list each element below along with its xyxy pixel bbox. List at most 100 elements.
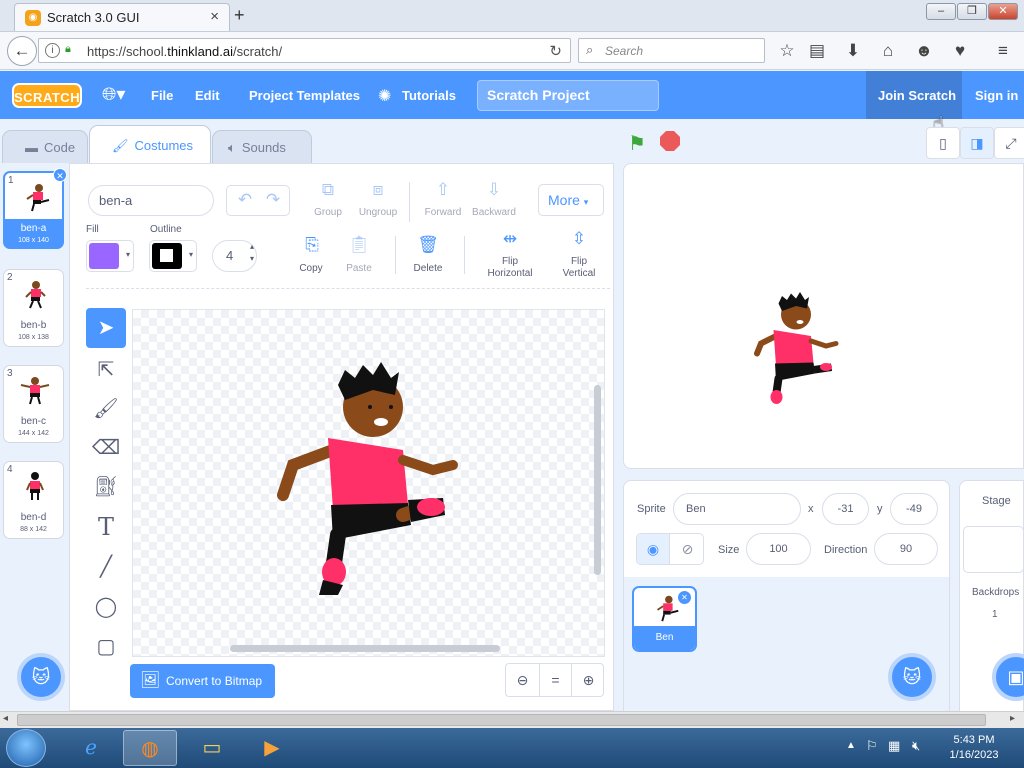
- select-arrow-icon[interactable]: ➤: [86, 308, 126, 348]
- file-menu[interactable]: File: [151, 88, 173, 103]
- delete-costume-icon[interactable]: ✕: [53, 168, 67, 182]
- small-stage-icon[interactable]: ▯: [926, 127, 960, 159]
- text-tool-icon[interactable]: T: [86, 507, 126, 547]
- close-tab-icon[interactable]: ×: [210, 8, 219, 25]
- flip-vertical-button[interactable]: Flip Vertical: [549, 256, 609, 280]
- scrollbar-thumb[interactable]: [17, 714, 986, 726]
- backdrop-thumbnail[interactable]: [963, 526, 1024, 573]
- close-window-button[interactable]: ✕: [988, 3, 1018, 20]
- delete-sprite-icon[interactable]: ✕: [678, 591, 691, 604]
- hide-eye-icon[interactable]: ⊘: [671, 534, 704, 564]
- fullscreen-icon[interactable]: ⤢: [994, 127, 1024, 159]
- costume-tile-2[interactable]: 2 ben-b 108 x 138: [3, 269, 64, 347]
- project-title-input[interactable]: Scratch Project: [477, 80, 659, 111]
- reload-icon[interactable]: ↻: [549, 42, 562, 60]
- bookmark-star-icon[interactable]: ☆: [776, 40, 798, 62]
- canvas-horizontal-scrollbar[interactable]: [230, 645, 500, 652]
- flip-horizontal-icon[interactable]: ⇹: [495, 229, 525, 249]
- costume-tile-1[interactable]: 1 ben-a 108 x 140 ✕: [3, 168, 67, 249]
- brush-tool-icon[interactable]: 🖌︎: [86, 389, 126, 429]
- page-horizontal-scrollbar[interactable]: ◂ ▸: [0, 711, 1024, 728]
- language-globe-icon[interactable]: 🌐︎▾: [102, 84, 125, 105]
- costume-tile-4[interactable]: 4 ben-d 88 x 142: [3, 461, 64, 539]
- outline-width-input[interactable]: 4 ▴ ▾: [212, 240, 257, 272]
- new-tab-button[interactable]: +: [234, 5, 252, 25]
- zoom-in-icon[interactable]: ⊕: [572, 664, 605, 696]
- y-position-input[interactable]: -49: [890, 493, 938, 525]
- smiley-icon[interactable]: ☻: [913, 40, 935, 62]
- join-scratch-link[interactable]: Join Scratch: [878, 88, 956, 103]
- reading-list-icon[interactable]: ▤: [806, 40, 828, 62]
- show-eye-icon[interactable]: ◉: [637, 534, 670, 564]
- convert-to-bitmap-button[interactable]: 🖼︎ Convert to Bitmap: [130, 664, 275, 698]
- fill-color-picker[interactable]: ▾: [86, 240, 134, 272]
- back-arrow-icon[interactable]: ←: [7, 36, 37, 66]
- delete-button[interactable]: Delete: [403, 263, 453, 274]
- maximize-window-button[interactable]: ❐: [957, 3, 987, 20]
- windows-start-icon[interactable]: [6, 729, 46, 767]
- line-tool-icon[interactable]: ╱: [86, 547, 126, 587]
- volume-muted-icon[interactable]: 🔇︎: [912, 738, 920, 754]
- sprite-tile-ben[interactable]: ✕ Ben: [632, 586, 697, 652]
- ungroup-button[interactable]: Ungroup: [353, 207, 403, 218]
- choose-costume-cat-icon[interactable]: 🐱︎: [17, 653, 65, 701]
- fill-bucket-icon[interactable]: ⛽︎: [86, 467, 126, 507]
- media-player-icon[interactable]: ▶: [245, 730, 299, 766]
- choose-sprite-cat-icon[interactable]: 🐱︎: [888, 653, 936, 701]
- copy-icon[interactable]: ⎘: [297, 235, 327, 255]
- download-icon[interactable]: ⬇: [842, 40, 864, 62]
- tab-code[interactable]: ▬ Code: [2, 130, 88, 164]
- costume-name-input[interactable]: ben-a: [88, 185, 214, 216]
- direction-input[interactable]: 90: [874, 533, 938, 565]
- x-position-input[interactable]: -31: [822, 493, 869, 525]
- eraser-icon[interactable]: ⌫: [86, 428, 126, 468]
- group-button[interactable]: Group: [303, 207, 353, 218]
- url-text[interactable]: https://school.thinkland.ai/scratch/: [87, 44, 282, 59]
- undo-icon[interactable]: ↶: [233, 190, 257, 210]
- zoom-reset-icon[interactable]: =: [539, 664, 572, 696]
- zoom-out-icon[interactable]: ⊖: [506, 664, 539, 696]
- costume-tile-3[interactable]: 3 ben-c 144 x 142: [3, 365, 64, 443]
- paste-button[interactable]: Paste: [334, 263, 384, 274]
- flip-vertical-icon[interactable]: ⇳: [564, 229, 594, 249]
- internet-explorer-icon[interactable]: ℯ: [64, 730, 118, 766]
- redo-icon[interactable]: ↷: [261, 190, 285, 210]
- network-icon[interactable]: ▦: [888, 738, 900, 754]
- normal-stage-icon[interactable]: ◨: [960, 127, 994, 159]
- stepper-arrows-icon[interactable]: ▴ ▾: [250, 241, 254, 265]
- trash-icon[interactable]: 🗑︎: [413, 235, 443, 255]
- browser-search-input[interactable]: ⌕ Search: [578, 38, 765, 63]
- reshape-icon[interactable]: ⇱: [86, 350, 126, 390]
- canvas-vertical-scrollbar[interactable]: [594, 385, 601, 575]
- scroll-left-icon[interactable]: ◂: [3, 713, 8, 724]
- ungroup-icon[interactable]: ⧈: [363, 180, 393, 200]
- group-icon[interactable]: ⧉: [313, 180, 343, 200]
- hamburger-menu-icon[interactable]: ≡: [992, 40, 1014, 62]
- url-bar[interactable]: i 🔒︎ https://school.thinkland.ai/scratch…: [38, 38, 571, 63]
- copy-button[interactable]: Copy: [286, 263, 336, 274]
- scratch-logo[interactable]: SCRATCH: [12, 83, 82, 108]
- circle-tool-icon[interactable]: ◯: [86, 587, 126, 627]
- project-templates-menu[interactable]: Project Templates: [249, 88, 360, 103]
- backward-arrow-icon[interactable]: ⇩: [479, 180, 509, 200]
- tab-costumes[interactable]: 🖌︎ Costumes: [89, 125, 211, 164]
- size-input[interactable]: 100: [746, 533, 811, 565]
- home-icon[interactable]: ⌂: [877, 40, 899, 62]
- paint-canvas[interactable]: [132, 309, 605, 657]
- info-icon[interactable]: i: [45, 43, 60, 58]
- outline-color-picker[interactable]: ▾: [149, 240, 197, 272]
- tab-sounds[interactable]: 🔈︎ Sounds: [212, 130, 312, 164]
- sprite-name-input[interactable]: Ben: [673, 493, 801, 525]
- green-flag-icon[interactable]: ⚑: [628, 131, 650, 155]
- minimize-window-button[interactable]: –: [926, 3, 956, 20]
- stage-canvas[interactable]: [623, 163, 1024, 469]
- system-clock[interactable]: 5:43 PM 1/16/2023: [934, 733, 1014, 763]
- more-dropdown[interactable]: More ▾: [538, 184, 604, 216]
- flip-horizontal-button[interactable]: Flip Horizontal: [480, 256, 540, 280]
- file-explorer-icon[interactable]: ▭: [185, 730, 239, 766]
- action-center-flag-icon[interactable]: ⚐: [866, 738, 878, 754]
- rectangle-tool-icon[interactable]: ▢: [86, 627, 126, 667]
- firefox-icon[interactable]: ◍: [123, 730, 177, 766]
- paste-icon[interactable]: 📋︎: [344, 235, 374, 255]
- pocket-icon[interactable]: ♥: [949, 40, 971, 62]
